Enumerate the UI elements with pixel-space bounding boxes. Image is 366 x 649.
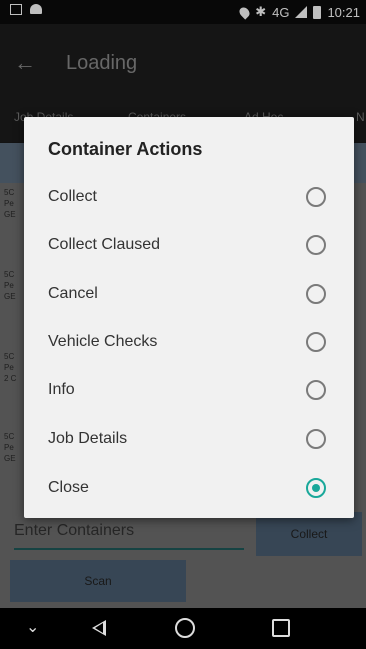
- dialog-title: Container Actions: [48, 139, 203, 159]
- container-actions-dialog: Container Actions Collect Collect Clause…: [24, 117, 354, 518]
- radio-button[interactable]: [306, 429, 326, 449]
- option-label: Cancel: [48, 285, 98, 302]
- option-job-details[interactable]: Job Details: [24, 415, 354, 463]
- radio-button[interactable]: [306, 187, 326, 207]
- chevron-down-icon[interactable]: ⌄: [26, 617, 39, 637]
- radio-button[interactable]: [306, 380, 326, 400]
- option-collect[interactable]: Collect: [24, 173, 354, 221]
- option-cancel[interactable]: Cancel: [24, 270, 354, 318]
- option-collect-claused[interactable]: Collect Claused: [24, 221, 354, 269]
- home-icon[interactable]: [175, 618, 195, 638]
- option-info[interactable]: Info: [24, 366, 354, 414]
- option-close[interactable]: Close: [24, 464, 354, 512]
- option-label: Vehicle Checks: [48, 333, 158, 350]
- option-label: Collect: [48, 188, 97, 205]
- option-label: Info: [48, 381, 75, 398]
- recent-apps-icon[interactable]: [272, 619, 290, 637]
- radio-button[interactable]: [306, 332, 326, 352]
- option-label: Collect Claused: [48, 236, 161, 253]
- option-vehicle-checks[interactable]: Vehicle Checks: [24, 318, 354, 366]
- radio-button-selected[interactable]: [306, 478, 326, 498]
- radio-button[interactable]: [306, 284, 326, 304]
- system-nav-bar: ⌄: [0, 608, 366, 649]
- option-label: Close: [48, 479, 89, 496]
- option-label: Job Details: [48, 430, 128, 447]
- radio-button[interactable]: [306, 235, 326, 255]
- back-icon[interactable]: [92, 620, 106, 636]
